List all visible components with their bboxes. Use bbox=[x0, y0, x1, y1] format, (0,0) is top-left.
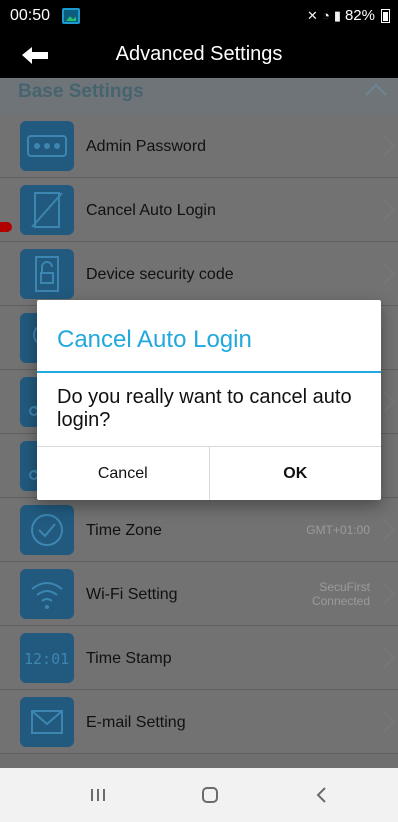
cancel-button[interactable]: Cancel bbox=[37, 447, 209, 500]
status-indicators: ✕ ◔ ▮ 82% bbox=[307, 7, 390, 24]
cancel-auto-login-dialog: Cancel Auto Login Do you really want to … bbox=[37, 300, 381, 500]
nav-back-icon bbox=[316, 787, 326, 803]
dialog-buttons: Cancel OK bbox=[37, 446, 381, 500]
app-bar: Advanced Settings bbox=[0, 34, 398, 78]
wifi-signal-icon: ◔ bbox=[321, 8, 330, 23]
cell-signal-icon: ▮ bbox=[333, 7, 341, 23]
home-button[interactable] bbox=[180, 780, 240, 810]
status-bar: 00:50 ✕ ◔ ▮ 82% bbox=[0, 0, 398, 34]
mute-icon: ✕ bbox=[307, 7, 318, 23]
back-button[interactable] bbox=[292, 780, 352, 810]
recent-apps-icon bbox=[91, 789, 105, 801]
dialog-message: Do you really want to cancel auto login? bbox=[57, 386, 352, 431]
battery-icon bbox=[381, 8, 390, 23]
page-title: Advanced Settings bbox=[115, 43, 283, 65]
android-nav-bar bbox=[0, 768, 398, 822]
gallery-notification-icon bbox=[62, 8, 80, 24]
recent-apps-button[interactable] bbox=[68, 780, 128, 810]
dialog-title: Cancel Auto Login bbox=[57, 326, 252, 353]
battery-percentage: 82% bbox=[344, 7, 375, 24]
ok-button[interactable]: OK bbox=[208, 447, 382, 500]
left-edge-marker bbox=[0, 222, 12, 232]
dialog-divider bbox=[37, 371, 381, 373]
home-icon bbox=[202, 787, 218, 803]
status-time: 00:50 bbox=[10, 7, 51, 24]
